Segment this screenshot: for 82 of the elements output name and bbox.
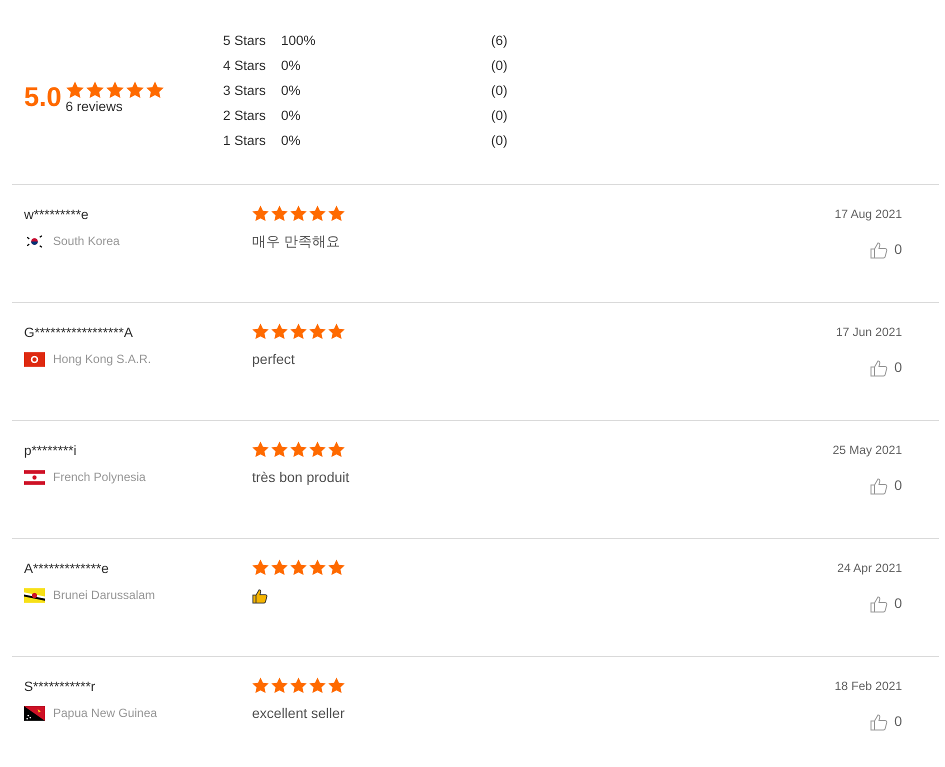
like-button[interactable] bbox=[870, 594, 888, 612]
review-text: excellent seller bbox=[252, 704, 346, 722]
reviewer-name: A*************e bbox=[24, 560, 110, 578]
star-icon bbox=[252, 677, 269, 694]
count-text: (0) bbox=[491, 82, 508, 100]
like-button[interactable] bbox=[870, 358, 888, 376]
star-icon bbox=[252, 205, 269, 222]
star-icon bbox=[146, 80, 164, 98]
star-icon bbox=[309, 559, 326, 576]
review-date: 18 Feb 2021 bbox=[834, 678, 902, 695]
like-count: 0 bbox=[894, 476, 902, 495]
star-level-label: 4 Stars bbox=[223, 57, 267, 76]
star-icon bbox=[252, 559, 269, 576]
star-icon bbox=[290, 559, 307, 576]
review-date: 17 Jun 2021 bbox=[836, 324, 902, 341]
star-icon bbox=[328, 205, 345, 222]
reviewer-name: S***********r bbox=[24, 678, 96, 696]
star-level-label: 3 Stars bbox=[223, 82, 267, 100]
reviewer-name: p********i bbox=[24, 442, 78, 460]
review-text: 매우 만족해요 bbox=[252, 232, 341, 250]
star-icon bbox=[271, 559, 288, 576]
percent-text: 0% bbox=[281, 82, 302, 100]
flag-icon bbox=[24, 352, 45, 367]
star-icon bbox=[309, 323, 326, 340]
count-text: (6) bbox=[491, 32, 508, 50]
flag-icon bbox=[24, 706, 45, 721]
thumbs-up-icon bbox=[252, 588, 268, 604]
star-icon bbox=[252, 441, 269, 458]
review-text: perfect bbox=[252, 350, 296, 369]
flag-icon bbox=[24, 470, 45, 485]
like-count: 0 bbox=[894, 358, 902, 377]
star-level-label: 1 Stars bbox=[223, 132, 267, 150]
country-name: South Korea bbox=[53, 233, 120, 250]
count-text: (0) bbox=[491, 132, 508, 150]
star-icon bbox=[86, 80, 104, 98]
star-icon bbox=[271, 677, 288, 694]
review-text: très bon produit bbox=[252, 468, 350, 487]
percent-text: 0% bbox=[281, 132, 302, 150]
star-icon bbox=[290, 323, 307, 340]
like-button[interactable] bbox=[870, 712, 888, 730]
star-icon bbox=[290, 677, 307, 694]
star-icon bbox=[328, 441, 345, 458]
average-rating: 5.0 bbox=[24, 84, 62, 110]
percent-text: 0% bbox=[281, 57, 302, 76]
star-icon bbox=[66, 80, 84, 98]
reviewer-name: G*****************A bbox=[24, 324, 134, 342]
star-icon bbox=[126, 80, 144, 98]
star-icon bbox=[271, 441, 288, 458]
review-date: 24 Apr 2021 bbox=[837, 560, 902, 577]
star-icon bbox=[328, 559, 345, 576]
flag-icon bbox=[24, 588, 45, 603]
review-count: 6 reviews bbox=[66, 100, 124, 114]
like-button[interactable] bbox=[870, 476, 888, 494]
flag-icon bbox=[24, 234, 45, 249]
star-icon bbox=[309, 441, 326, 458]
star-level-label: 5 Stars bbox=[223, 32, 267, 50]
country-name: Hong Kong S.A.R. bbox=[53, 351, 152, 368]
reviewer-name: w*********e bbox=[24, 206, 90, 224]
country-name: French Polynesia bbox=[53, 469, 146, 486]
star-level-label: 2 Stars bbox=[223, 107, 267, 126]
star-icon bbox=[328, 677, 345, 694]
review-date: 25 May 2021 bbox=[832, 442, 902, 459]
like-button[interactable] bbox=[870, 240, 888, 258]
star-icon bbox=[309, 677, 326, 694]
star-icon bbox=[252, 323, 269, 340]
star-icon bbox=[328, 323, 345, 340]
percent-text: 100% bbox=[281, 32, 317, 50]
percent-text: 0% bbox=[281, 107, 302, 126]
country-name: Papua New Guinea bbox=[53, 705, 158, 722]
like-count: 0 bbox=[894, 594, 902, 613]
count-text: (0) bbox=[491, 57, 508, 76]
like-count: 0 bbox=[894, 240, 902, 259]
star-icon bbox=[290, 441, 307, 458]
star-icon bbox=[271, 205, 288, 222]
star-icon bbox=[290, 205, 307, 222]
country-name: Brunei Darussalam bbox=[53, 587, 156, 604]
star-icon bbox=[309, 205, 326, 222]
like-count: 0 bbox=[894, 712, 902, 731]
star-icon bbox=[106, 80, 124, 98]
star-icon bbox=[271, 323, 288, 340]
count-text: (0) bbox=[491, 107, 508, 126]
review-date: 17 Aug 2021 bbox=[834, 206, 902, 223]
